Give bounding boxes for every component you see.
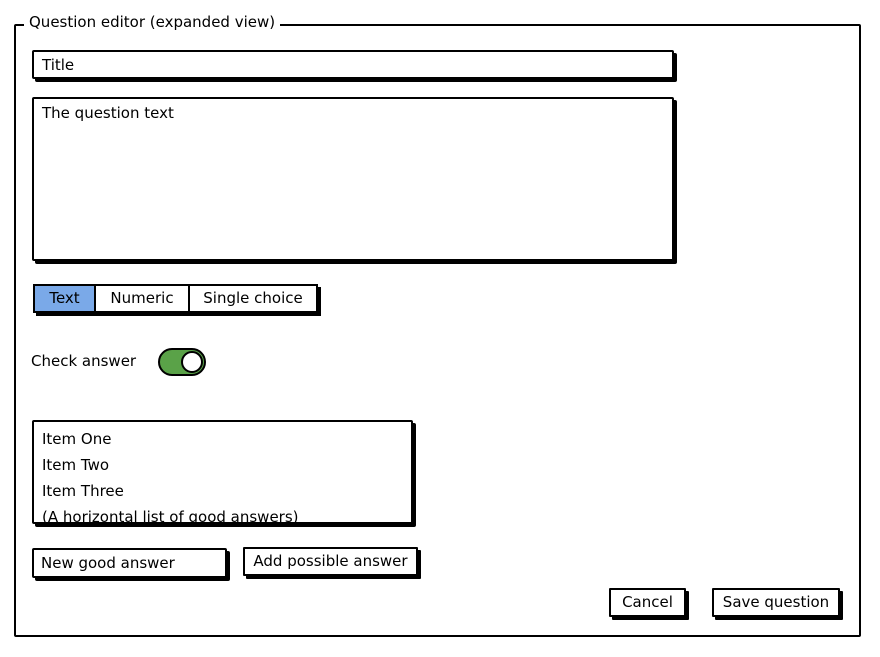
tab-numeric[interactable]: Numeric [96, 286, 190, 311]
tab-text[interactable]: Text [35, 286, 96, 311]
check-answer-label: Check answer [31, 352, 137, 370]
title-field[interactable]: Title [32, 50, 674, 79]
question-text-area[interactable]: The question text [32, 97, 674, 261]
new-answer-input[interactable]: New good answer [32, 548, 227, 578]
list-item[interactable]: (A horizontal list of good answers) [42, 504, 411, 530]
list-item[interactable]: Item Three [42, 478, 411, 504]
good-answers-list: Item One Item Two Item Three (A horizont… [32, 420, 413, 526]
editor-legend: Question editor (expanded view) [24, 12, 281, 32]
cancel-button[interactable]: Cancel [609, 588, 686, 617]
check-answer-toggle[interactable] [158, 348, 206, 376]
answer-type-selector: Text Numeric Single choice [33, 284, 318, 313]
add-possible-answer-button[interactable]: Add possible answer [243, 547, 418, 576]
list-item[interactable]: Item Two [42, 452, 411, 478]
tab-single-choice[interactable]: Single choice [190, 286, 316, 311]
toggle-knob [181, 351, 203, 373]
list-item[interactable]: Item One [42, 426, 411, 452]
save-question-button[interactable]: Save question [712, 588, 840, 617]
